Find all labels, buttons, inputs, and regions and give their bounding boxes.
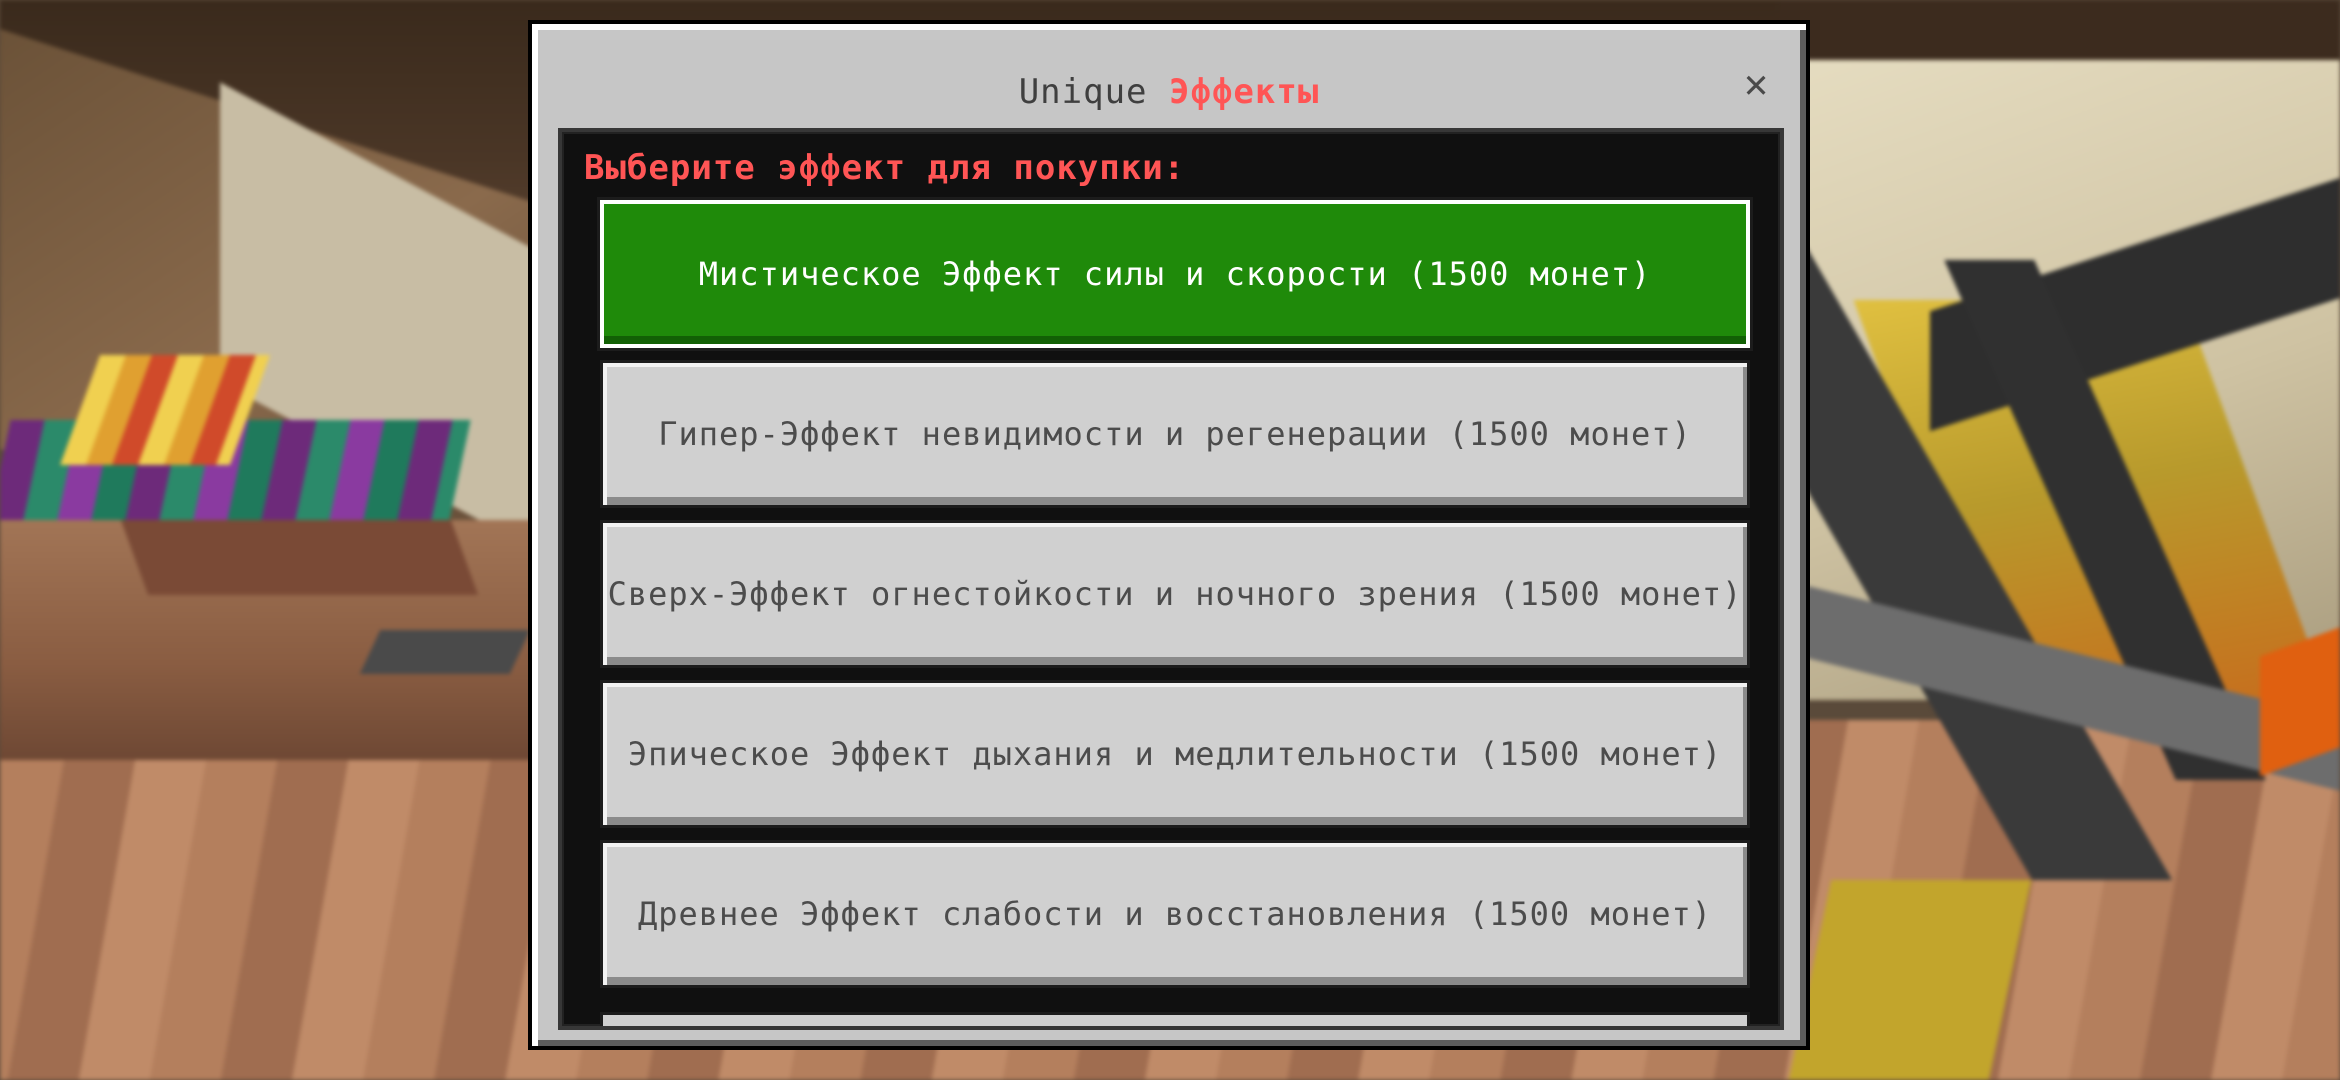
dialog-title: Unique Эффекты (532, 72, 1806, 112)
effect-button-label: Гипер-Эффект невидимости и регенерации (… (658, 415, 1692, 453)
close-icon: ✕ (1743, 61, 1769, 107)
effect-button-label: Эпическое Эффект дыхания и медлительност… (627, 735, 1723, 773)
dialog-title-accent: Эффекты (1169, 72, 1320, 112)
effects-shop-dialog: Unique Эффекты ✕ Выберите эффект для пок… (528, 20, 1810, 1050)
effect-button[interactable]: Сверх-Эффект огнестойкости и ночного зре… (600, 520, 1750, 668)
close-button[interactable]: ✕ (1734, 61, 1778, 107)
effect-button-label: Мистическое Эффект силы и скорости (1500… (698, 255, 1652, 293)
dialog-title-prefix: Unique (1018, 72, 1148, 112)
yellow-block (1788, 880, 2032, 1080)
select-effect-prompt: Выберите эффект для покупки: (584, 148, 1186, 188)
effect-button[interactable]: Древнее Эффект слабости и восстановления… (600, 840, 1750, 988)
counter-sink (359, 630, 531, 674)
effect-button[interactable]: Гипер-Эффект невидимости и регенерации (… (600, 360, 1750, 508)
effect-button-partially-visible[interactable] (600, 1012, 1750, 1026)
effect-button-label: Сверх-Эффект огнестойкости и ночного зре… (607, 575, 1743, 613)
effect-button-label: Древнее Эффект слабости и восстановления… (637, 895, 1713, 933)
effects-list-panel[interactable]: Выберите эффект для покупки: Мистическое… (558, 128, 1784, 1030)
effect-button[interactable]: Эпическое Эффект дыхания и медлительност… (600, 680, 1750, 828)
effect-button[interactable]: Мистическое Эффект силы и скорости (1500… (597, 197, 1753, 351)
